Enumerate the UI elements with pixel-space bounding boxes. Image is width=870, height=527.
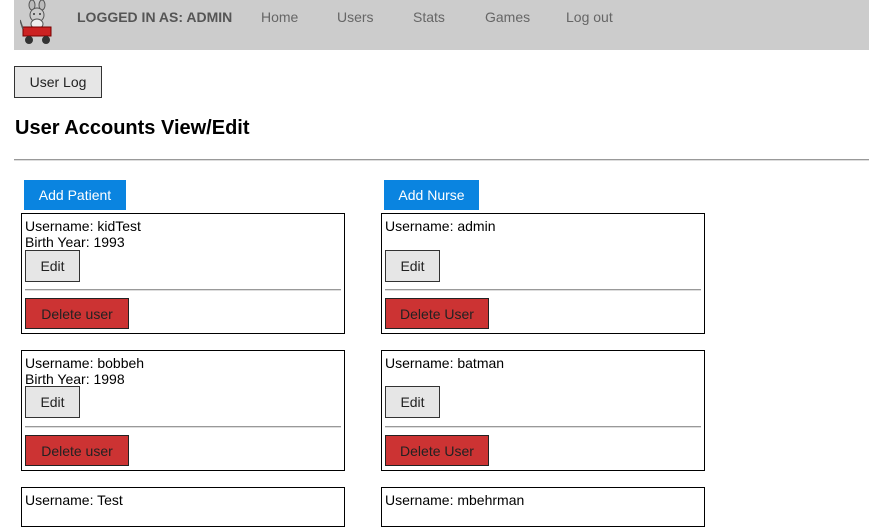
patient-card: Username: kidTest Birth Year: 1993 Edit … xyxy=(21,213,345,334)
edit-nurse-button[interactable]: Edit xyxy=(385,386,440,418)
add-nurse-button[interactable]: Add Nurse xyxy=(384,180,479,210)
page-title: User Accounts View/Edit xyxy=(15,117,250,139)
user-log-button[interactable]: User Log xyxy=(14,66,102,98)
divider xyxy=(14,159,869,161)
nurse-card: Username: batman Edit Delete User xyxy=(381,350,705,471)
card-divider xyxy=(385,426,701,428)
patient-birth-year: Birth Year: 1993 xyxy=(25,234,125,250)
nav-logout-link[interactable]: Log out xyxy=(566,9,613,25)
delete-nurse-button[interactable]: Delete User xyxy=(385,298,489,329)
add-patient-button[interactable]: Add Patient xyxy=(24,180,126,210)
logged-in-status: LOGGED IN AS: ADMIN xyxy=(77,9,233,25)
delete-patient-button[interactable]: Delete user xyxy=(25,298,129,329)
rabbit-wagon-logo-icon[interactable] xyxy=(20,0,56,46)
patient-username: Username: Test xyxy=(25,492,123,508)
edit-nurse-button[interactable]: Edit xyxy=(385,250,440,282)
nav-users-link[interactable]: Users xyxy=(337,9,374,25)
nurse-username: Username: batman xyxy=(385,355,505,371)
nurse-username: Username: mbehrman xyxy=(385,492,525,508)
top-navbar: LOGGED IN AS: ADMIN Home Users Stats Gam… xyxy=(14,0,869,50)
card-divider xyxy=(385,289,701,291)
nav-games-link[interactable]: Games xyxy=(485,9,530,25)
nurse-username: Username: admin xyxy=(385,218,496,234)
patient-card: Username: Test xyxy=(21,487,345,527)
edit-patient-button[interactable]: Edit xyxy=(25,386,80,418)
nav-home-link[interactable]: Home xyxy=(261,9,298,25)
patient-username: Username: bobbeh xyxy=(25,355,145,371)
nurse-card: Username: admin Edit Delete User xyxy=(381,213,705,334)
edit-patient-button[interactable]: Edit xyxy=(25,250,80,282)
patient-card: Username: bobbeh Birth Year: 1998 Edit D… xyxy=(21,350,345,471)
nurse-card: Username: mbehrman xyxy=(381,487,705,527)
patient-username: Username: kidTest xyxy=(25,218,141,234)
patient-birth-year: Birth Year: 1998 xyxy=(25,371,125,387)
card-divider xyxy=(25,289,341,291)
card-divider xyxy=(25,426,341,428)
nav-stats-link[interactable]: Stats xyxy=(413,9,445,25)
delete-nurse-button[interactable]: Delete User xyxy=(385,435,489,466)
delete-patient-button[interactable]: Delete user xyxy=(25,435,129,466)
